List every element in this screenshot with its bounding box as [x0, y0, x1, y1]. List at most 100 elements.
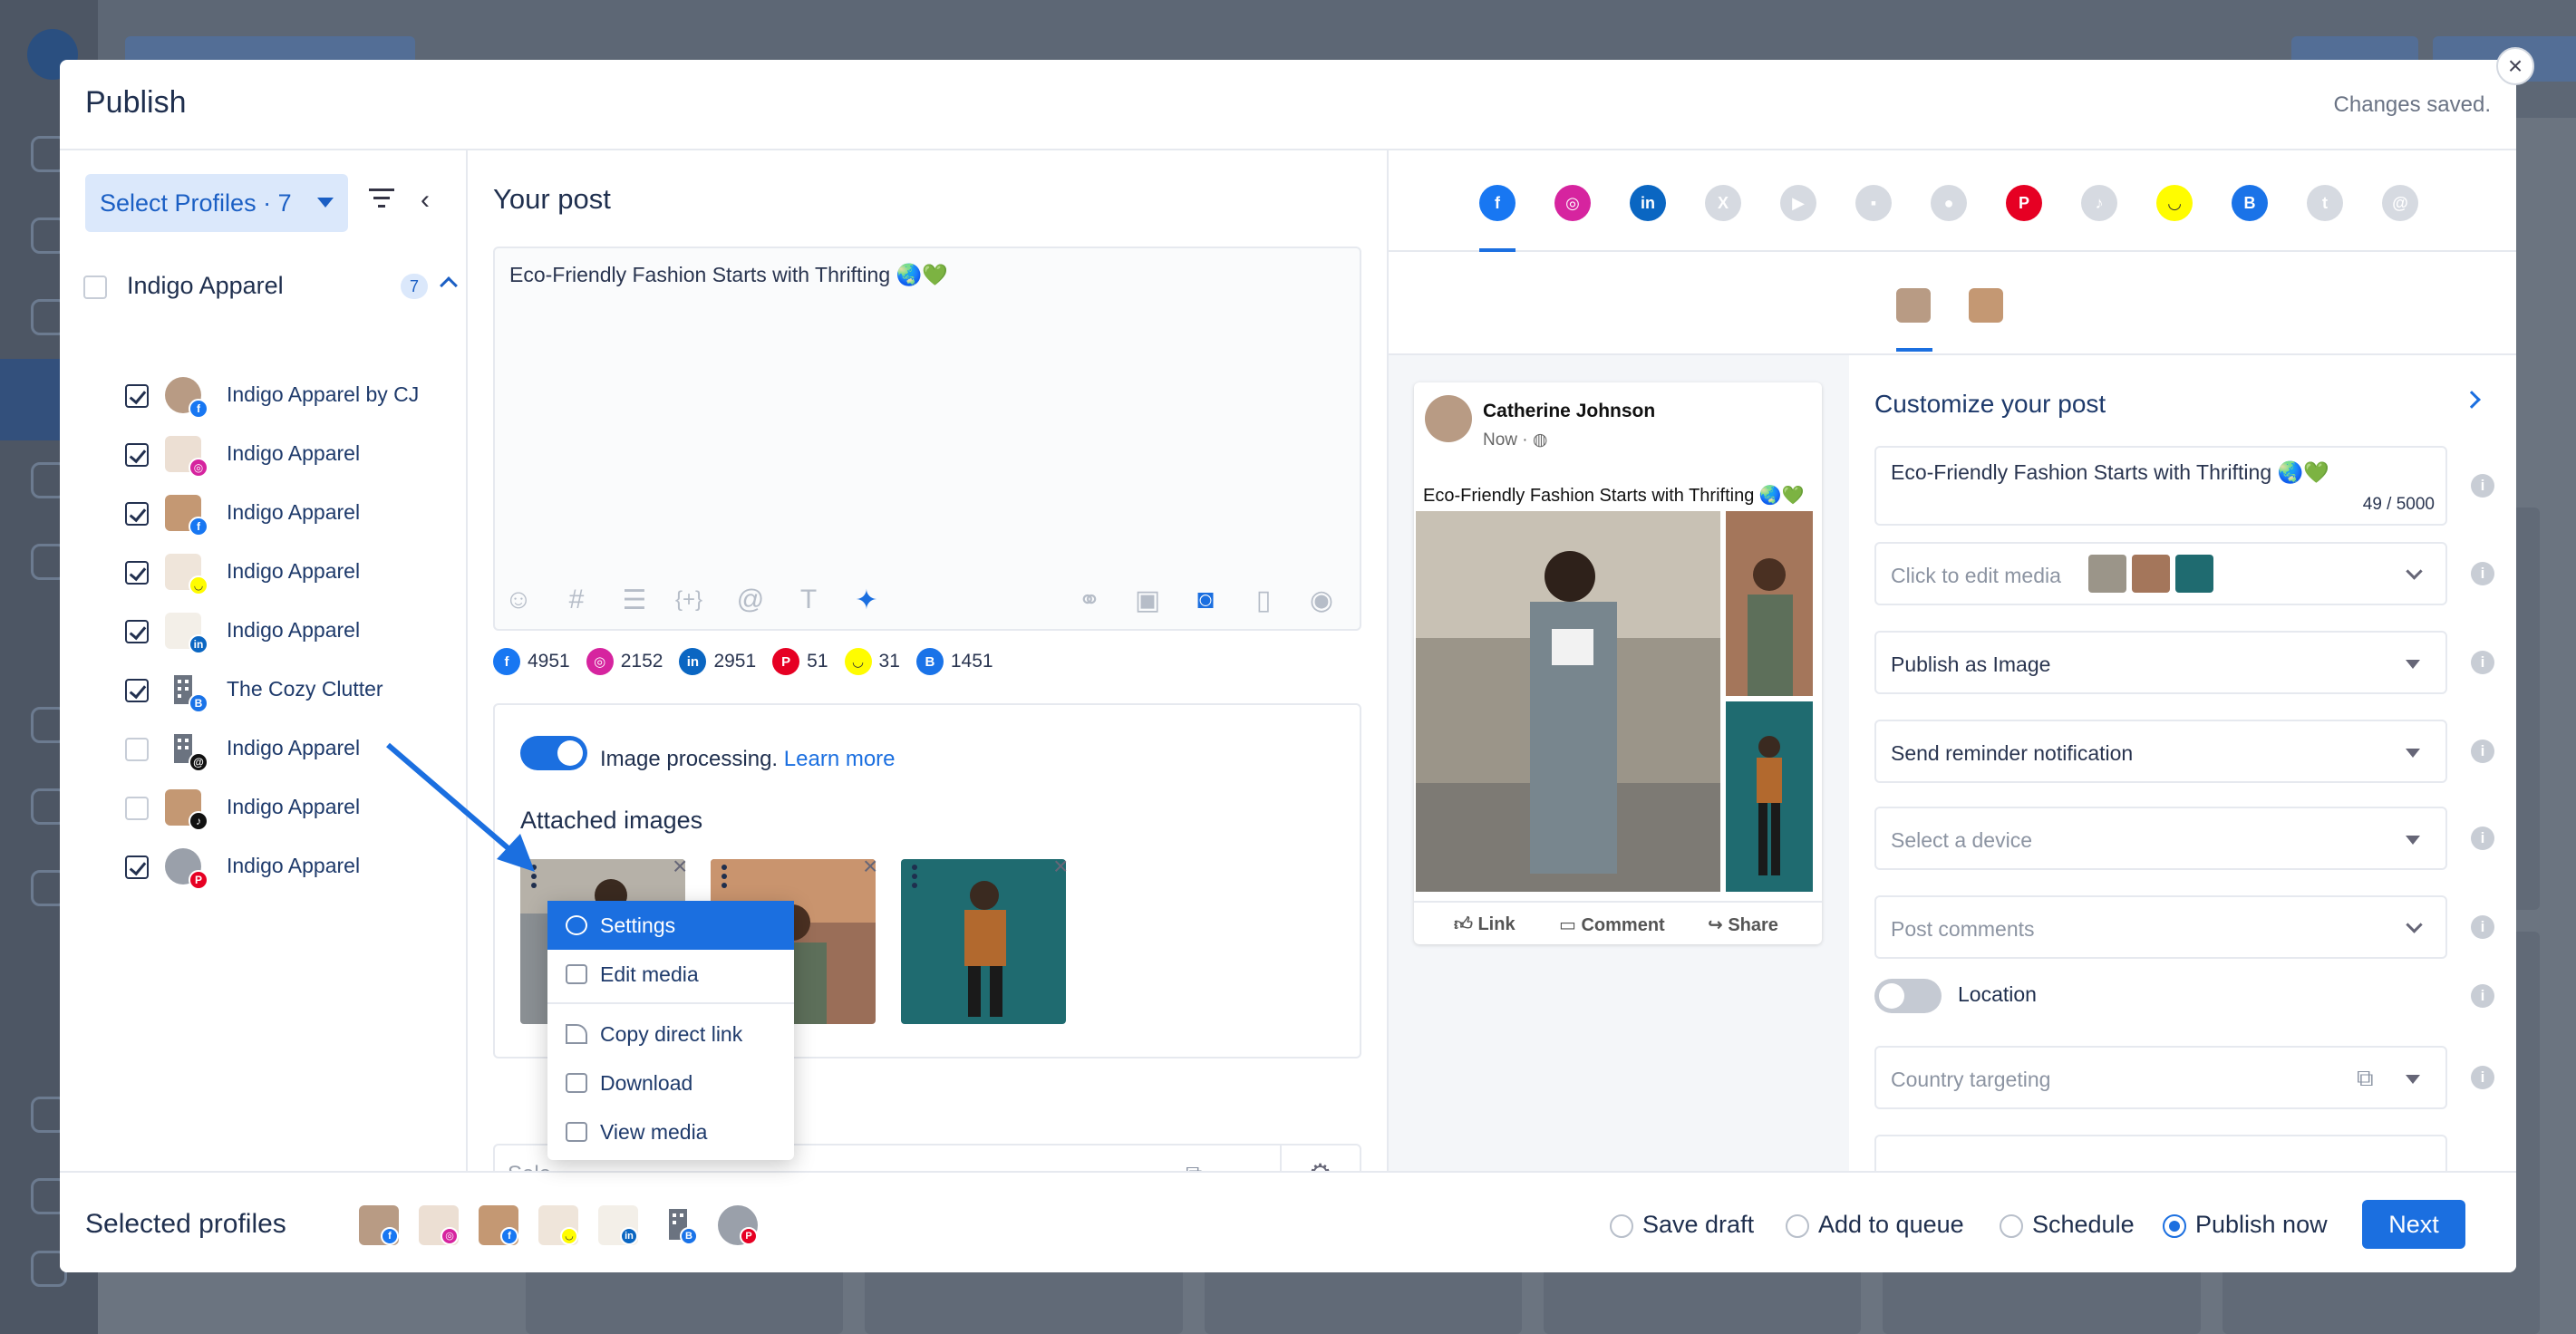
- copy-icon[interactable]: ⧉: [2357, 1064, 2374, 1093]
- profile-checkbox[interactable]: [125, 797, 149, 820]
- post-text[interactable]: Eco-Friendly Fashion Starts with Thrifti…: [509, 263, 948, 287]
- image-options-icon[interactable]: [721, 865, 729, 892]
- info-icon[interactable]: i: [2471, 651, 2494, 674]
- filter-icon[interactable]: [368, 187, 395, 210]
- tab-snapchat[interactable]: ◡: [2156, 185, 2193, 221]
- profile-row[interactable]: P Indigo Apparel: [125, 845, 460, 890]
- next-button[interactable]: Next: [2362, 1200, 2465, 1249]
- tab-tumblr[interactable]: t: [2307, 185, 2343, 221]
- country-targeting-dropdown[interactable]: Country targeting ⧉: [1874, 1046, 2447, 1109]
- tab-x[interactable]: X: [1705, 185, 1741, 221]
- add-to-queue-label[interactable]: Add to queue: [1818, 1211, 1964, 1239]
- facebook-icon: f: [493, 648, 520, 675]
- info-icon[interactable]: i: [2471, 562, 2494, 585]
- tab-google-business-alt[interactable]: ▪: [1855, 185, 1892, 221]
- tab-youtube[interactable]: ▶: [1780, 185, 1816, 221]
- profile-row[interactable]: f Indigo Apparel by CJ: [125, 373, 460, 419]
- group-checkbox[interactable]: [83, 276, 107, 299]
- save-draft-label[interactable]: Save draft: [1642, 1211, 1754, 1239]
- image-processing-toggle[interactable]: [520, 736, 587, 770]
- document-icon[interactable]: ▯: [1247, 584, 1280, 616]
- profile-checkbox[interactable]: [125, 502, 149, 526]
- learn-more-link[interactable]: Learn more: [784, 747, 896, 771]
- publish-now-radio[interactable]: [2163, 1214, 2186, 1238]
- reminder-dropdown[interactable]: Send reminder notification: [1874, 720, 2447, 783]
- info-icon[interactable]: i: [2471, 826, 2494, 850]
- profile-row[interactable]: f Indigo Apparel: [125, 491, 460, 536]
- post-text-editor[interactable]: Eco-Friendly Fashion Starts with Thrifti…: [493, 246, 1361, 631]
- tab-tiktok[interactable]: ♪: [2081, 185, 2117, 221]
- info-icon[interactable]: i: [2471, 474, 2494, 498]
- profile-checkbox[interactable]: [125, 384, 149, 408]
- profile-row[interactable]: B The Cozy Clutter: [125, 668, 460, 713]
- custom-text[interactable]: Eco-Friendly Fashion Starts with Thrifti…: [1891, 460, 2329, 485]
- text-block-icon[interactable]: ☰: [618, 584, 651, 616]
- text-format-icon[interactable]: T: [792, 584, 825, 616]
- menu-item-settings[interactable]: Settings: [547, 901, 794, 950]
- variables-icon[interactable]: {+}: [673, 584, 705, 616]
- profile-checkbox[interactable]: [125, 738, 149, 761]
- profile-row[interactable]: ♪ Indigo Apparel: [125, 786, 460, 831]
- tab-instagram[interactable]: ◎: [1554, 185, 1591, 221]
- magic-wand-icon[interactable]: ✦: [850, 584, 883, 616]
- edit-media-dropdown[interactable]: Click to edit media: [1874, 542, 2447, 605]
- save-draft-radio[interactable]: [1610, 1214, 1633, 1238]
- add-to-queue-radio[interactable]: [1786, 1214, 1809, 1238]
- device-dropdown[interactable]: Select a device: [1874, 807, 2447, 870]
- canva-icon[interactable]: ◉: [1305, 584, 1338, 616]
- remove-image-icon[interactable]: ×: [673, 852, 687, 881]
- chevron-right-icon[interactable]: [2463, 391, 2481, 409]
- emoji-icon[interactable]: ☺: [502, 584, 535, 616]
- tab-reddit[interactable]: ●: [1931, 185, 1967, 221]
- select-profiles-dropdown[interactable]: Select Profiles · 7: [85, 174, 348, 232]
- menu-item-copy-direct-link[interactable]: Copy direct link: [547, 1010, 794, 1058]
- mention-icon[interactable]: @: [734, 584, 767, 616]
- info-icon[interactable]: i: [2471, 984, 2494, 1008]
- hashtag-icon[interactable]: #: [560, 584, 593, 616]
- preview-avatar: [1425, 395, 1472, 442]
- collapse-panel-icon[interactable]: ‹: [421, 185, 430, 216]
- close-icon: ×: [2507, 52, 2523, 80]
- location-toggle[interactable]: [1874, 979, 1942, 1013]
- publish-now-label[interactable]: Publish now: [2195, 1211, 2328, 1239]
- post-comments-dropdown[interactable]: Post comments: [1874, 895, 2447, 959]
- profile-group[interactable]: Indigo Apparel 7: [83, 270, 458, 306]
- info-icon[interactable]: i: [2471, 915, 2494, 939]
- account-tab-2[interactable]: [1969, 288, 2003, 323]
- custom-text-field[interactable]: Eco-Friendly Fashion Starts with Thrifti…: [1874, 446, 2447, 526]
- profile-row[interactable]: @ Indigo Apparel: [125, 727, 460, 772]
- chevron-up-icon[interactable]: [440, 276, 458, 295]
- video-icon[interactable]: ▣: [1131, 584, 1164, 616]
- attached-image-3[interactable]: [901, 859, 1066, 1024]
- profile-checkbox[interactable]: [125, 856, 149, 879]
- tab-linkedin[interactable]: in: [1630, 185, 1666, 221]
- tab-pinterest[interactable]: P: [2006, 185, 2042, 221]
- account-tab-1[interactable]: [1896, 288, 1931, 323]
- image-options-icon[interactable]: [531, 865, 538, 892]
- modal-close-button[interactable]: ×: [2496, 47, 2534, 85]
- publish-as-dropdown[interactable]: Publish as Image: [1874, 631, 2447, 694]
- profile-checkbox[interactable]: [125, 679, 149, 702]
- schedule-label[interactable]: Schedule: [2032, 1211, 2135, 1239]
- profile-row[interactable]: ◎ Indigo Apparel: [125, 432, 460, 478]
- menu-item-download[interactable]: Download: [547, 1058, 794, 1107]
- profile-row[interactable]: ◡ Indigo Apparel: [125, 550, 460, 595]
- menu-item-edit-media[interactable]: Edit media: [547, 950, 794, 999]
- profile-row[interactable]: in Indigo Apparel: [125, 609, 460, 654]
- remove-image-icon[interactable]: ×: [863, 852, 877, 881]
- profile-checkbox[interactable]: [125, 620, 149, 643]
- schedule-radio[interactable]: [2000, 1214, 2023, 1238]
- link-icon[interactable]: ⚭: [1073, 584, 1106, 616]
- profile-checkbox[interactable]: [125, 561, 149, 585]
- camera-icon[interactable]: ◙: [1189, 584, 1222, 616]
- post-comments-label: Post comments: [1891, 917, 2035, 941]
- image-options-icon[interactable]: [912, 865, 919, 892]
- info-icon[interactable]: i: [2471, 740, 2494, 763]
- info-icon[interactable]: i: [2471, 1066, 2494, 1089]
- tab-threads[interactable]: @: [2382, 185, 2418, 221]
- profile-checkbox[interactable]: [125, 443, 149, 467]
- tab-google-business[interactable]: B: [2232, 185, 2268, 221]
- menu-item-view-media[interactable]: View media: [547, 1107, 794, 1156]
- tab-facebook[interactable]: f: [1479, 185, 1516, 221]
- remove-image-icon[interactable]: ×: [1053, 852, 1068, 881]
